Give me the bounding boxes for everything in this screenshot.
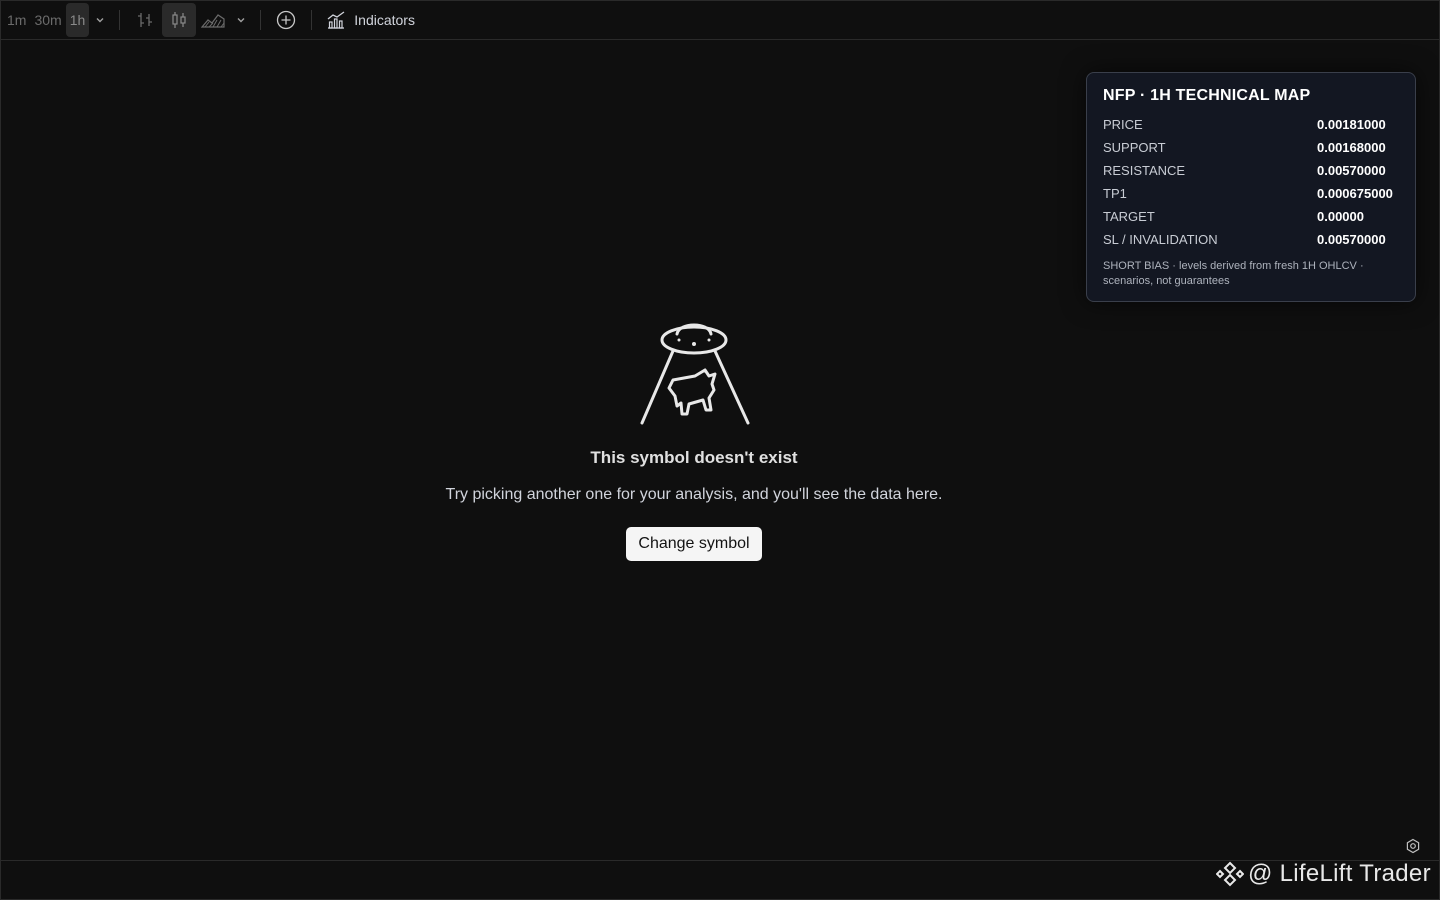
- technical-map-panel: NFP · 1H TECHNICAL MAP PRICE 0.00181000 …: [1086, 72, 1416, 302]
- change-symbol-button[interactable]: Change symbol: [626, 527, 762, 561]
- candle-chart-type-button[interactable]: [162, 2, 197, 37]
- interval-1m[interactable]: 1m: [3, 3, 30, 37]
- empty-state-title: This symbol doesn't exist: [590, 448, 798, 467]
- technical-map-note: SHORT BIAS · levels derived from fresh 1…: [1103, 260, 1364, 287]
- watermark-text: @ LifeLift Trader: [1248, 860, 1431, 887]
- chart-toolbar: 1m 30m 1h Indicators: [0, 0, 1440, 40]
- toolbar-divider: [311, 9, 313, 30]
- area-chart-icon: [201, 13, 225, 28]
- interval-1h[interactable]: 1h: [65, 2, 90, 37]
- indicators-icon: [327, 10, 345, 29]
- tech-row-support: SUPPORT 0.00168000: [1103, 136, 1399, 159]
- tech-row-tp1: TP1 0.000675000: [1103, 182, 1399, 205]
- chart-type-dropdown-button[interactable]: [230, 3, 252, 37]
- tech-row-value: 0.00181000: [1317, 117, 1386, 132]
- tech-row-label: TARGET: [1103, 209, 1155, 224]
- compare-symbol-button[interactable]: [269, 3, 303, 37]
- tech-row-value: 0.00168000: [1317, 140, 1386, 155]
- ufo-abducting-cow-icon: [640, 323, 750, 425]
- technical-map-rows: PRICE 0.00181000 SUPPORT 0.00168000 RESI…: [1103, 113, 1399, 251]
- binance-logo-icon: [1216, 861, 1244, 887]
- chevron-down-icon: [96, 17, 104, 22]
- area-chart-type-button[interactable]: [196, 3, 230, 37]
- empty-state-subtitle: Try picking another one for your analysi…: [445, 486, 943, 503]
- plus-circle-icon: [277, 10, 296, 29]
- tech-row-label: PRICE: [1103, 117, 1143, 132]
- tech-row-label: TP1: [1103, 186, 1127, 201]
- candlestick-icon: [172, 11, 186, 28]
- empty-state: This symbol doesn't exist Try picking an…: [0, 318, 1388, 561]
- toolbar-divider: [119, 9, 121, 30]
- tech-row-stop-loss: SL / INVALIDATION 0.00570000: [1103, 228, 1399, 251]
- tech-row-value: 0.00000: [1317, 209, 1364, 224]
- chevron-down-icon: [237, 17, 245, 22]
- tech-row-label: SUPPORT: [1103, 140, 1166, 155]
- tech-row-resistance: RESISTANCE 0.00570000: [1103, 159, 1399, 182]
- gear-icon: [1406, 838, 1420, 854]
- toolbar-divider: [260, 9, 262, 30]
- interval-dropdown-button[interactable]: [89, 3, 111, 37]
- tech-row-label: RESISTANCE: [1103, 163, 1186, 178]
- ohlc-bars-icon: [138, 12, 153, 27]
- tech-row-value: 0.00570000: [1317, 232, 1386, 247]
- watermark: @ LifeLift Trader: [1216, 858, 1431, 890]
- tech-row-label: SL / INVALIDATION: [1103, 232, 1218, 247]
- bar-chart-type-button[interactable]: [128, 3, 162, 37]
- tech-row-value: 0.00570000: [1317, 163, 1386, 178]
- tech-row-value: 0.000675000: [1317, 186, 1393, 201]
- interval-30m[interactable]: 30m: [30, 3, 65, 37]
- tech-row-price: PRICE 0.00181000: [1103, 113, 1399, 136]
- chart-settings-button[interactable]: [1405, 838, 1421, 854]
- indicators-button[interactable]: Indicators: [320, 3, 421, 37]
- technical-map-title: NFP · 1H TECHNICAL MAP: [1103, 87, 1311, 104]
- indicators-label: Indicators: [354, 11, 415, 28]
- tech-row-target: TARGET 0.00000: [1103, 205, 1399, 228]
